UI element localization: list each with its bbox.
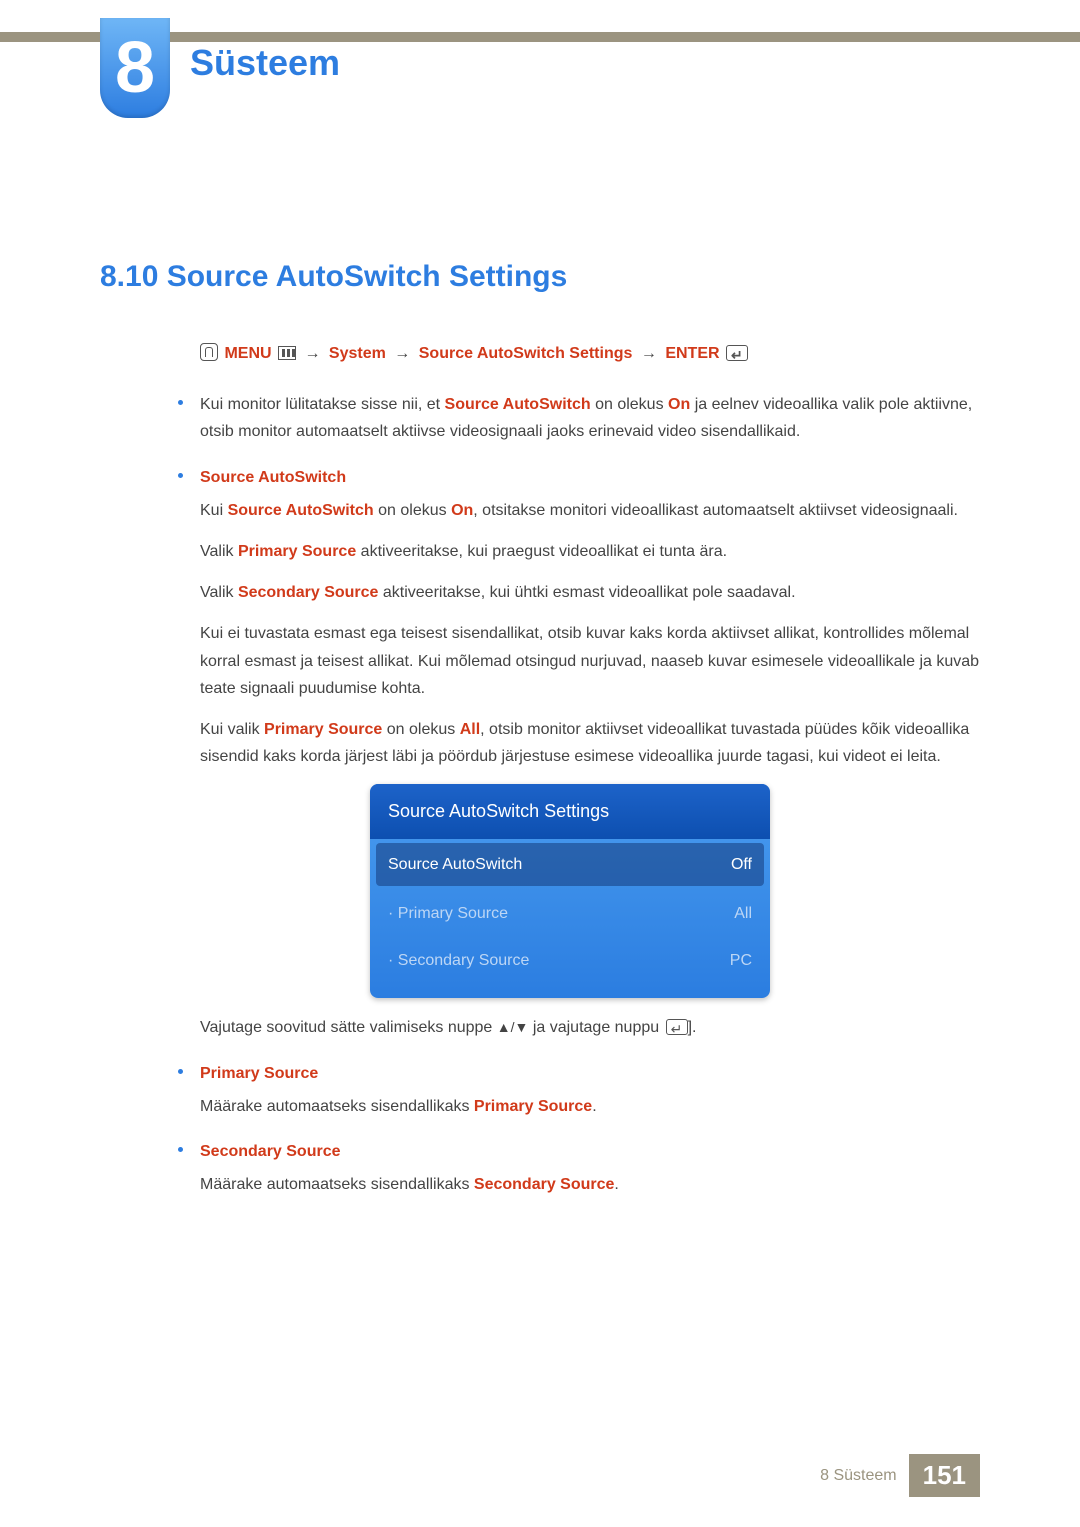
menu-icon [278,346,296,360]
text: on olekus [382,721,459,738]
text: Valik [200,584,238,601]
osd-row-source-autoswitch[interactable]: Source AutoSwitch Off [376,843,764,886]
kw: Primary Source [238,543,356,560]
menu-label: MENU [224,345,271,362]
footer-chapter-label: 8 Süsteem [820,1467,908,1485]
path-enter: ENTER [665,345,719,362]
osd-panel: Source AutoSwitch Settings Source AutoSw… [370,784,770,998]
path-system: System [329,345,386,362]
nav-hint: Vajutage soovitud sätte valimiseks nuppe… [200,1014,980,1041]
kw: All [460,721,480,738]
text: Kui valik [200,721,264,738]
text: Vajutage soovitud sätte valimiseks nuppe [200,1019,497,1036]
text: Kui ei tuvastata esmast ega teisest sise… [200,620,980,702]
text: Määrake automaatseks sisendallikaks [200,1176,474,1193]
source-autoswitch-bullet: Source AutoSwitch Kui Source AutoSwitch … [200,464,980,1042]
primary-source-title: Primary Source [200,1060,980,1087]
footer: 8 Süsteem 151 [820,1454,980,1497]
osd-row-primary-source[interactable]: · Primary Source All [370,890,770,937]
osd-header: Source AutoSwitch Settings [370,784,770,839]
primary-source-bullet: Primary Source Määrake automaatseks sise… [200,1060,980,1120]
section-heading: 8.10 Source AutoSwitch Settings [100,260,567,294]
secondary-source-bullet: Secondary Source Määrake automaatseks si… [200,1138,980,1198]
bullet-dot-icon [178,473,183,478]
kw: Secondary Source [474,1176,615,1193]
arrow-icon: → [300,345,324,362]
chapter-title: Süsteem [190,42,340,84]
text: aktiveeritakse, kui ühtki esmast videoal… [378,584,795,601]
touch-icon [200,343,218,361]
kw-source-autoswitch: Source AutoSwitch [445,396,591,413]
text: Kui [200,502,228,519]
chapter-tab: 8 [100,18,170,118]
secondary-source-title: Secondary Source [200,1138,980,1165]
text: ja vajutage nuppu [528,1019,663,1036]
text: . [614,1176,618,1193]
osd-label: · Primary Source [388,900,508,927]
text: , otsitakse monitori videoallikast autom… [473,502,958,519]
source-autoswitch-title: Source AutoSwitch [200,464,980,491]
content-area: MENU → System → Source AutoSwitch Settin… [200,340,980,1216]
page-number: 151 [909,1454,980,1497]
kw: Source AutoSwitch [228,502,374,519]
kw: On [451,502,473,519]
text: ]. [688,1019,697,1036]
text: Määrake automaatseks sisendallikaks [200,1098,474,1115]
arrow-icon: → [390,345,414,362]
osd-row-secondary-source[interactable]: · Secondary Source PC [370,937,770,984]
bullet-dot-icon [178,1069,183,1074]
text: aktiveeritakse, kui praegust videoallika… [356,543,727,560]
bullet-dot-icon [178,1147,183,1152]
text: on olekus [374,502,451,519]
kw: Primary Source [264,721,382,738]
osd-value: Off [731,851,752,878]
kw: Secondary Source [238,584,379,601]
text: . [592,1098,596,1115]
menu-path: MENU → System → Source AutoSwitch Settin… [200,340,980,367]
enter-icon [726,345,748,361]
enter-icon [666,1019,688,1035]
kw-on: On [668,396,690,413]
osd-value: PC [730,947,752,974]
intro-bullet: Kui monitor lülitatakse sisse nii, et So… [200,391,980,445]
osd-value: All [734,900,752,927]
text: Kui monitor lülitatakse sisse nii, et [200,396,445,413]
chapter-number: 8 [115,32,155,104]
osd-label: Source AutoSwitch [388,851,522,878]
path-sas: Source AutoSwitch Settings [419,345,633,362]
arrow-icon: → [637,345,661,362]
text: Valik [200,543,238,560]
bullet-dot-icon [178,400,183,405]
osd-label: · Secondary Source [388,947,529,974]
text: on olekus [591,396,668,413]
updown-arrows-icon: ▲/▼ [497,1019,529,1035]
kw: Primary Source [474,1098,592,1115]
